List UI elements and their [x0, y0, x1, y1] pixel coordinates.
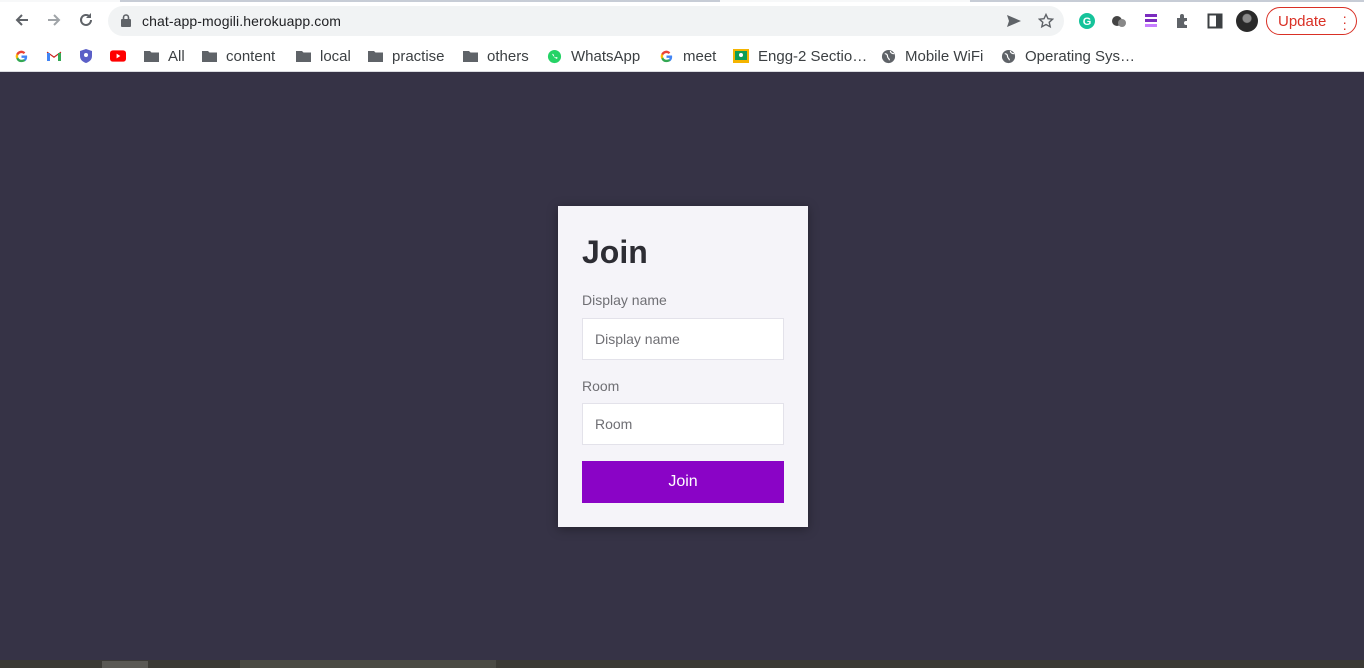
youtube-icon [110, 48, 126, 64]
bookmark-folder-practise[interactable]: practise [367, 44, 445, 68]
room-input[interactable] [582, 403, 784, 445]
bookmark-gmail[interactable] [46, 44, 62, 68]
svg-text:G: G [1083, 16, 1092, 28]
bookmark-label: content [226, 47, 276, 65]
star-icon[interactable] [1037, 12, 1055, 30]
folder-icon [462, 48, 478, 64]
forward-icon[interactable] [43, 9, 65, 31]
bookmark-label: meet [683, 47, 717, 65]
page-title: Join [582, 234, 648, 270]
join-button[interactable]: Join [582, 461, 784, 503]
shield-icon [78, 48, 94, 64]
folder-icon [201, 48, 217, 64]
bookmark-label: Mobile WiFi [905, 47, 984, 65]
more-icon[interactable]: · · · [1342, 9, 1347, 35]
bookmark-label: local [320, 47, 351, 65]
google-icon [13, 48, 29, 64]
bookmark-shield[interactable] [78, 44, 94, 68]
side-panel-icon[interactable] [1204, 10, 1226, 32]
google-icon [658, 48, 674, 64]
taskbar-item [102, 661, 148, 668]
grammarly-icon[interactable]: G [1076, 10, 1098, 32]
taskbar-edge [0, 660, 1364, 668]
address-bar[interactable]: chat-app-mogili.herokuapp.com [108, 6, 1064, 36]
update-button[interactable]: Update · · · [1266, 7, 1357, 35]
bookmark-google[interactable] [13, 44, 29, 68]
bookmarks-bar: All content local practise others WhatsA… [0, 40, 1364, 72]
tab-strip-edge [0, 0, 1364, 2]
bookmark-meet[interactable]: meet [658, 44, 716, 68]
update-label: Update [1278, 12, 1327, 30]
send-icon[interactable] [1005, 12, 1023, 30]
globe-icon [880, 48, 896, 64]
puzzle-icon[interactable] [1172, 10, 1194, 32]
extension-stack-icon[interactable] [1140, 10, 1162, 32]
classroom-icon [733, 48, 749, 64]
back-icon[interactable] [11, 9, 33, 31]
extension-balls-icon[interactable] [1108, 10, 1130, 32]
lock-icon [121, 14, 131, 32]
gmail-icon [46, 48, 62, 64]
bookmark-label: WhatsApp [571, 47, 641, 65]
bookmark-classroom[interactable]: Engg-2 Sectio… [733, 44, 867, 68]
bookmark-label: others [487, 47, 529, 65]
bookmark-folder-others[interactable]: others [462, 44, 529, 68]
bookmark-label: All [168, 47, 185, 65]
bookmark-youtube[interactable] [110, 44, 126, 68]
folder-icon [143, 48, 159, 64]
room-label: Room [582, 378, 620, 394]
reload-icon[interactable] [75, 9, 97, 31]
profile-avatar[interactable] [1236, 10, 1258, 32]
bookmark-mobile-wifi[interactable]: Mobile WiFi [880, 44, 983, 68]
display-name-input[interactable] [582, 318, 784, 360]
globe-icon [1000, 48, 1016, 64]
bookmark-folder-local[interactable]: local [295, 44, 351, 68]
join-card: Join Display name Room Join [558, 206, 808, 527]
bookmark-operating-systems[interactable]: Operating Sys… [1000, 44, 1135, 68]
bookmark-folder-content[interactable]: content [201, 44, 275, 68]
folder-icon [367, 48, 383, 64]
bookmark-whatsapp[interactable]: WhatsApp [546, 44, 640, 68]
bookmark-label: practise [392, 47, 445, 65]
bookmark-label: Operating Sys… [1025, 47, 1136, 65]
taskbar-item [240, 660, 496, 668]
display-name-label: Display name [582, 292, 667, 308]
whatsapp-icon [546, 48, 562, 64]
bookmark-folder-all[interactable]: All [143, 44, 185, 68]
bookmark-label: Engg-2 Sectio… [758, 47, 868, 65]
folder-icon [295, 48, 311, 64]
url-text[interactable]: chat-app-mogili.herokuapp.com [142, 13, 341, 29]
browser-toolbar: chat-app-mogili.herokuapp.com G Update ·… [0, 0, 1364, 40]
